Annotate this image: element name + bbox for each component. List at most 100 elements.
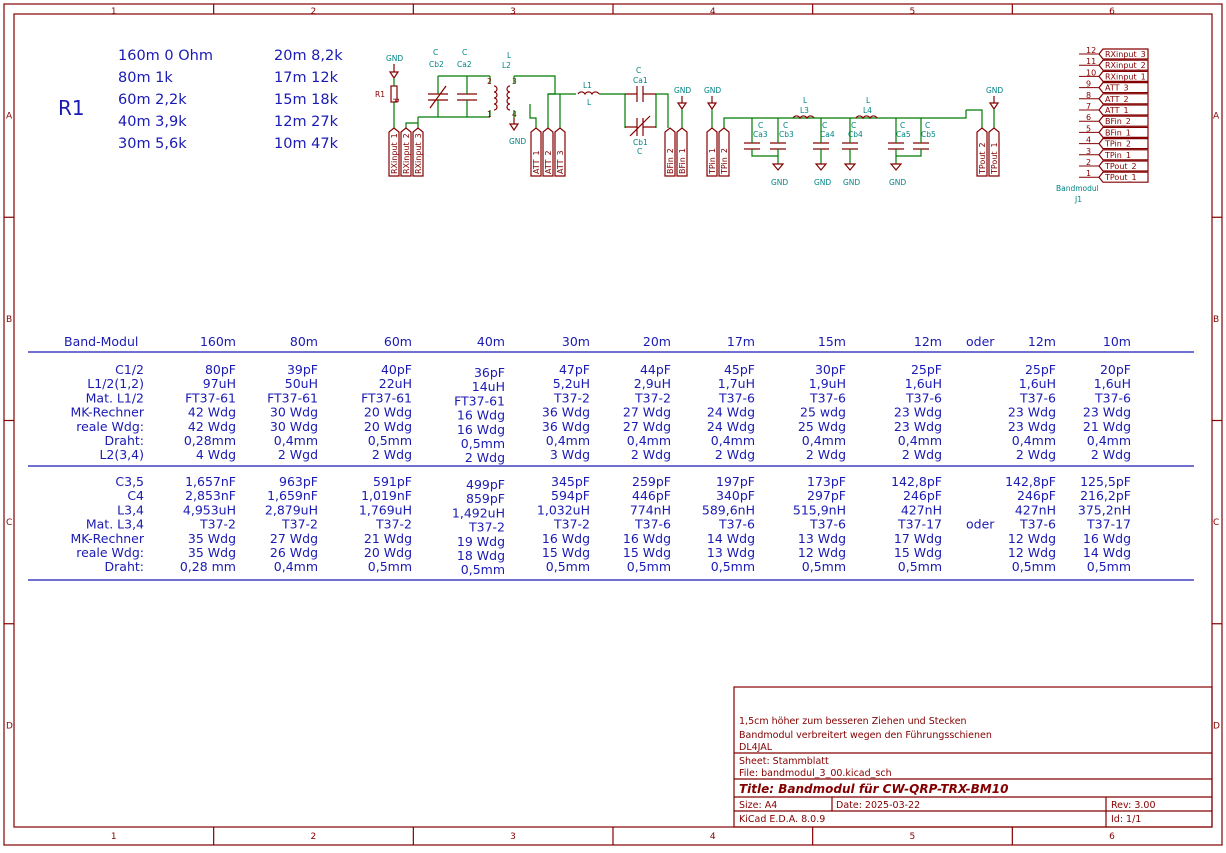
table-cell: 21 Wdg <box>1083 419 1131 434</box>
table-cell: 23 Wdg <box>894 405 942 420</box>
table-cell: 0,4mm <box>1012 433 1056 448</box>
table-cell: 25 wdg <box>800 405 846 420</box>
table-cell: 297pF <box>807 488 846 503</box>
table-header: Band-Modul 160m 80m 60m 40m 30m 20m 17m 15m 12m od… <box>64 334 1131 349</box>
cb2-ref: Cb2 <box>429 60 444 69</box>
table-cell: 2,853nF <box>185 488 236 503</box>
table-cell: 39pF <box>287 362 318 377</box>
table-cell: T37-2 <box>468 520 505 535</box>
j1-ref: J1 <box>1074 195 1082 204</box>
table-cell: 0,5mm <box>1087 559 1131 574</box>
net-label: RXinput_2 <box>400 127 412 177</box>
column-number: 1 <box>111 832 117 842</box>
table-cell: T37-2 <box>553 517 590 532</box>
table-cell: 30pF <box>815 362 846 377</box>
table-cell: 1,7uH <box>718 376 755 391</box>
table-header-cell: 20m <box>643 334 671 349</box>
cb5-ref: Cb5 <box>921 130 936 139</box>
table-cell: 246pF <box>1017 488 1056 503</box>
r1-values-left: 160m 0 Ohm 80m 1k 60m 2,2k 40m 3,9k 30m 5,6k <box>118 48 213 152</box>
j1-pin-number: 8 <box>1086 91 1091 100</box>
table-cell: 1,769uH <box>359 502 412 517</box>
net-label: TPout_2 <box>976 127 988 177</box>
table-cell: 375,2nH <box>1078 502 1131 517</box>
table-cell: T37-6 <box>718 390 755 405</box>
gnd-symbol <box>676 96 688 111</box>
table-cell: 216,2pF <box>1080 488 1131 503</box>
table-cell: 20 Wdg <box>364 405 412 420</box>
l2-pin1: 1 <box>487 110 492 119</box>
table-header-cell: 40m <box>477 334 505 349</box>
table-cell: 2 Wdg <box>715 447 755 462</box>
r1-value-entry: 10m 47k <box>274 136 339 152</box>
table-header-cell: 10m <box>1103 334 1131 349</box>
table-cell: 97uH <box>203 376 236 391</box>
l2-pin2: 2 <box>487 77 492 86</box>
table-cell: 12 Wdg <box>1008 531 1056 546</box>
row-letter: C <box>1213 518 1219 528</box>
ca1-ref: Ca1 <box>633 76 648 85</box>
column-number: 6 <box>1109 832 1115 842</box>
column-number: 1 <box>111 7 117 17</box>
net-label-text: TPout_2 <box>978 142 987 175</box>
j1-value: Bandmodul <box>1056 184 1099 193</box>
gnd-label: GND <box>814 178 831 187</box>
table-row: L2(3,4) 4 Wdg 2 Wgd 2 Wdg 2 Wdg 3 Wdg 2 Wdg 2 W… <box>99 447 1131 465</box>
net-label: TPout_1 <box>988 127 1000 177</box>
table-cell: 14 Wdg <box>1083 545 1131 560</box>
sheet-name: Sheet: Stammblatt <box>739 756 829 767</box>
r1-value-entry: 20m 8,2k <box>274 48 343 64</box>
table-cell: FT37-61 <box>267 390 318 405</box>
net-label-text: BFin_1 <box>678 148 687 174</box>
table-cell: 2 Wdg <box>465 450 505 465</box>
cb5-value: C <box>925 121 930 130</box>
table-cell: 1,9uH <box>809 376 846 391</box>
table-cell: 2 Wdg <box>1091 447 1131 462</box>
ca3-ref: Ca3 <box>753 130 768 139</box>
table-header-cell: Band-Modul <box>64 334 138 349</box>
gnd-symbol <box>508 118 520 132</box>
gnd-label: GND <box>889 178 906 187</box>
row-letter: C <box>6 518 12 528</box>
trimmer-cb1 <box>625 115 656 137</box>
table-cell: 0,4mm <box>546 433 590 448</box>
capacitors-ca5-cb5 <box>888 142 929 150</box>
table-cell: L3,4 <box>117 502 144 517</box>
table-cell: 259pF <box>632 474 671 489</box>
table-cell: T37-2 <box>375 517 412 532</box>
table-cell: 4,953uH <box>183 502 236 517</box>
table-cell: MK-Rechner <box>70 405 144 420</box>
c3-wires <box>751 118 779 164</box>
size: Size: A4 <box>739 800 777 811</box>
table-cell: T37-6 <box>809 390 846 405</box>
table-cell: 197pF <box>716 474 755 489</box>
table-cell: 30 Wdg <box>270 405 318 420</box>
table-cell: 1,657nF <box>185 474 236 489</box>
column-number: 3 <box>510 832 516 842</box>
table-cell: 0,5mm <box>461 562 505 577</box>
table-cell: T37-6 <box>1019 390 1056 405</box>
table-cell: 246pF <box>903 488 942 503</box>
table-header-cell: 160m <box>200 334 236 349</box>
table-cell: C3,5 <box>115 474 144 489</box>
net-label-text: ATT_3 <box>556 150 565 174</box>
table-cell: Draht: <box>105 559 144 574</box>
table-cell: 0,5mm <box>627 559 671 574</box>
table-cell: 0,5mm <box>802 559 846 574</box>
schematic: GND R1 R C Cb2 C Ca2 L L2 2 1 3 4 GND L1… <box>375 46 1149 204</box>
r1-value-entry: 17m 12k <box>274 70 339 86</box>
column-number: 5 <box>910 832 916 842</box>
j1-pin-label: RXinput_2 <box>1105 61 1146 70</box>
table-row: Draht: 0,28mm 0,4mm 0,5mm 0,5mm 0,4mm 0,4mm 0,4… <box>105 433 1131 451</box>
table-cell: 2 Wdg <box>631 447 671 462</box>
r1-ref: R1 <box>375 90 385 99</box>
table-cell: FT37-61 <box>361 390 412 405</box>
table-cell: 22uH <box>379 376 412 391</box>
table-cell: 427nH <box>901 502 942 517</box>
table-cell: 1,032uH <box>537 502 590 517</box>
r1-value-entry: 40m 3,9k <box>118 114 187 130</box>
row-letter: D <box>1213 721 1220 731</box>
table-cell: 2 Wdg <box>902 447 942 462</box>
column-number: 2 <box>311 832 317 842</box>
row-letter: B <box>6 315 12 325</box>
